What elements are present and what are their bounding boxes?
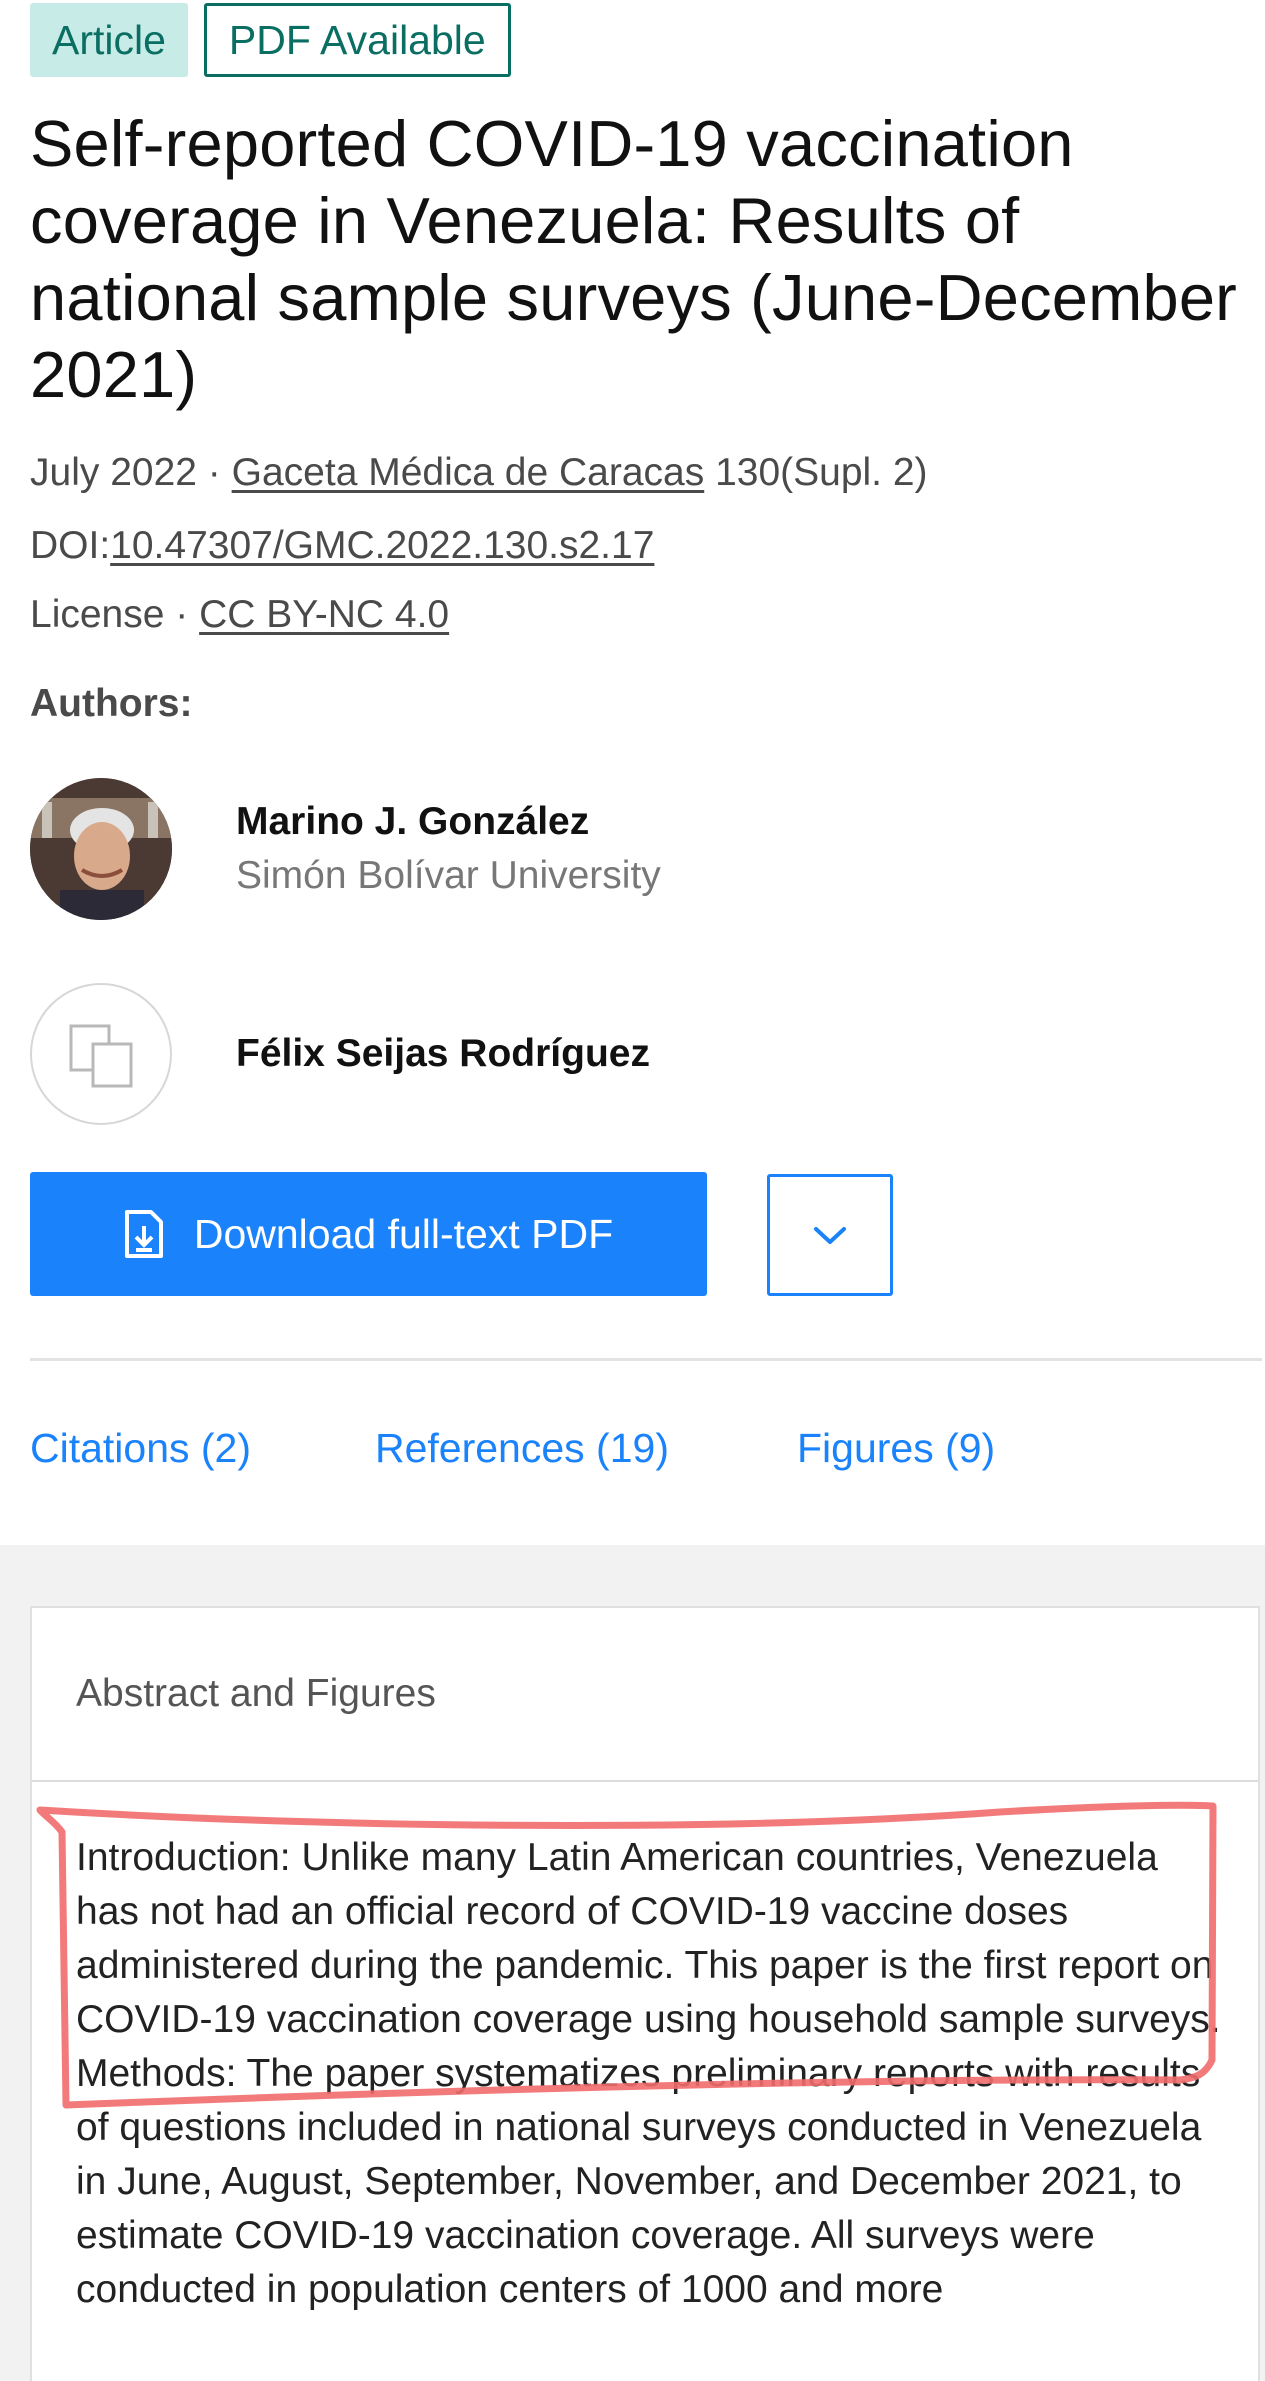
meta-separator: ·: [175, 593, 189, 636]
download-pdf-button[interactable]: Download full-text PDF: [30, 1172, 707, 1296]
author-avatar[interactable]: [30, 778, 172, 920]
doi-line: DOI:10.47307/GMC.2022.130.s2.17: [30, 524, 654, 568]
doi-label: DOI:: [30, 524, 111, 567]
journal-link[interactable]: Gaceta Médica de Caracas: [232, 451, 705, 494]
tab-figures[interactable]: Figures (9): [797, 1425, 995, 1472]
pdf-available-badge: PDF Available: [203, 3, 511, 77]
article-type-badge: Article: [30, 3, 188, 77]
article-page: Article PDF Available Self-reported COVI…: [0, 0, 1265, 2381]
download-pdf-label: Download full-text PDF: [193, 1210, 614, 1257]
pdf-download-icon: [124, 1209, 164, 1259]
author-avatar-placeholder[interactable]: [30, 983, 172, 1125]
author-name[interactable]: Marino J. González: [236, 800, 661, 844]
placeholder-icon: [69, 1024, 133, 1088]
abstract-card: Abstract and Figures Introduction: Unlik…: [30, 1606, 1260, 2381]
abstract-text: Introduction: Unlike many Latin American…: [76, 1836, 1221, 2311]
abstract-card-header: Abstract and Figures: [32, 1608, 1258, 1782]
download-options-dropdown[interactable]: [767, 1174, 893, 1296]
author-item[interactable]: Marino J. González Simón Bolívar Univers…: [30, 778, 661, 920]
avatar-photo-image: [30, 778, 172, 920]
tab-references[interactable]: References (19): [375, 1425, 669, 1472]
publication-info: July 2022 · Gaceta Médica de Caracas 130…: [30, 451, 928, 495]
author-name[interactable]: Félix Seijas Rodríguez: [236, 1032, 650, 1076]
badge-row: Article PDF Available: [30, 3, 511, 77]
chevron-down-icon: [814, 1227, 846, 1244]
license-link[interactable]: CC BY-NC 4.0: [199, 593, 449, 636]
tab-citations[interactable]: Citations (2): [30, 1425, 251, 1472]
article-title: Self-reported COVID-19 vaccination cover…: [30, 107, 1238, 411]
journal-volume: 130(Supl. 2): [715, 451, 928, 494]
author-item[interactable]: Félix Seijas Rodríguez: [30, 983, 650, 1125]
section-divider: [30, 1358, 1262, 1361]
license-label: License: [30, 593, 165, 636]
doi-link[interactable]: 10.47307/GMC.2022.130.s2.17: [110, 524, 654, 567]
author-affiliation: Simón Bolívar University: [236, 854, 661, 897]
author-details: Félix Seijas Rodríguez: [236, 1032, 650, 1076]
author-details: Marino J. González Simón Bolívar Univers…: [236, 800, 661, 898]
meta-separator: ·: [207, 451, 221, 494]
authors-heading: Authors:: [30, 682, 193, 725]
license-line: License · CC BY-NC 4.0: [30, 593, 449, 637]
publication-date: July 2022: [30, 451, 197, 494]
